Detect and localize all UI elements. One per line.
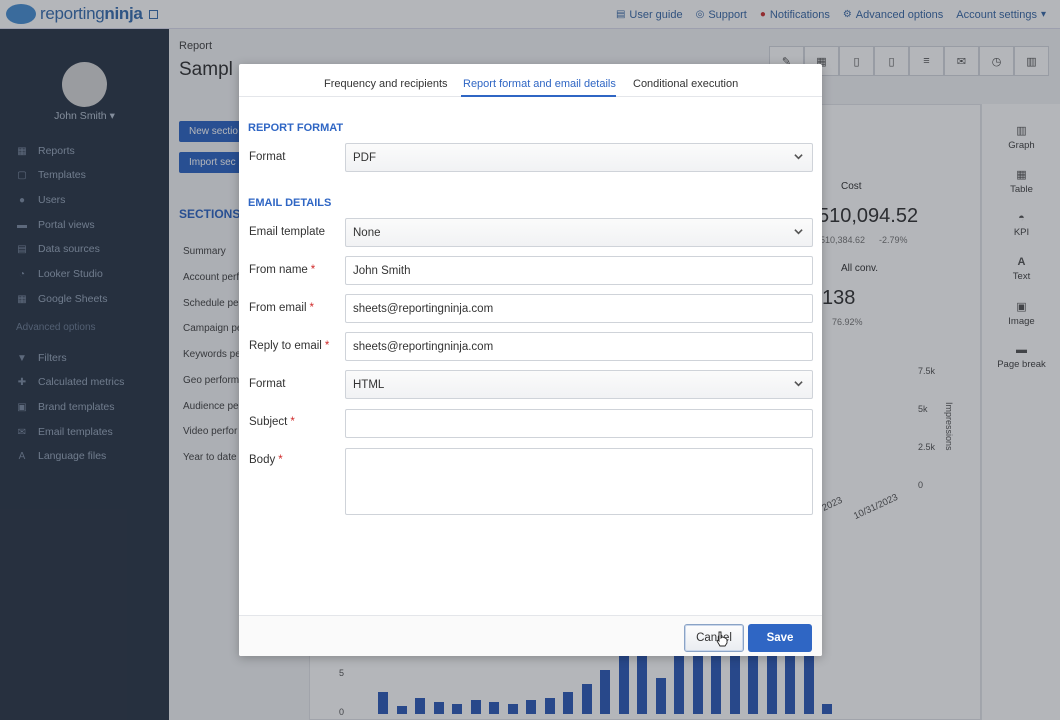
chevron-down-icon xyxy=(794,154,803,160)
report-format-select[interactable]: PDF xyxy=(345,143,813,172)
body-label: Body * xyxy=(249,454,283,466)
email-template-label: Email template xyxy=(249,226,325,238)
subject-label: Subject * xyxy=(249,416,295,428)
label-text: Body xyxy=(249,454,276,466)
save-button[interactable]: Save xyxy=(748,624,812,652)
select-value: HTML xyxy=(353,379,385,391)
required-mark: * xyxy=(290,416,295,428)
input-value: sheets@reportingninja.com xyxy=(353,341,494,353)
modal-footer: Cancel Save xyxy=(239,615,822,656)
from-email-input[interactable]: sheets@reportingninja.com xyxy=(345,294,813,323)
label-text: Email template xyxy=(249,226,326,238)
email-format-label: Format xyxy=(249,378,285,390)
from-email-label: From email * xyxy=(249,302,314,314)
select-value: PDF xyxy=(353,152,376,164)
tab-conditional-execution[interactable]: Conditional execution xyxy=(633,78,738,90)
chevron-down-icon xyxy=(794,229,803,235)
email-template-select[interactable]: None xyxy=(345,218,813,247)
tab-report-format-and-email-details[interactable]: Report format and email details xyxy=(463,78,616,90)
label-text: Format xyxy=(249,151,286,163)
label-text: From email xyxy=(249,302,307,314)
input-value: sheets@reportingninja.com xyxy=(353,303,494,315)
required-mark: * xyxy=(324,340,330,352)
label-text: Format xyxy=(249,378,286,390)
required-mark: * xyxy=(278,454,283,466)
hand-cursor-icon xyxy=(716,631,728,647)
tab-frequency-and-recipients[interactable]: Frequency and recipients xyxy=(324,78,448,90)
required-mark: * xyxy=(309,302,314,314)
label-text: From name xyxy=(249,264,308,276)
chevron-down-icon xyxy=(794,381,803,387)
subject-input[interactable] xyxy=(345,409,813,438)
label-text: Reply to email xyxy=(249,340,322,352)
select-value: None xyxy=(353,227,381,239)
modal-tabs: Frequency and recipients Report format a… xyxy=(239,64,822,97)
cancel-button[interactable]: Cancel xyxy=(684,624,744,652)
format-label: Format xyxy=(249,151,285,163)
reply-to-email-input[interactable]: sheets@reportingninja.com xyxy=(345,332,813,361)
from-name-input[interactable]: John Smith xyxy=(345,256,813,285)
schedule-modal: Frequency and recipients Report format a… xyxy=(239,64,822,656)
report-format-heading: REPORT FORMAT xyxy=(248,122,344,134)
active-tab-indicator xyxy=(461,95,616,97)
body-textarea[interactable] xyxy=(345,448,813,515)
required-mark: * xyxy=(310,264,316,276)
label-text: Subject xyxy=(249,416,288,428)
email-details-heading: EMAIL DETAILS xyxy=(248,197,332,209)
input-value: John Smith xyxy=(353,265,411,277)
from-name-label: From name * xyxy=(249,264,315,276)
reply-to-email-label: Reply to email * xyxy=(249,340,329,352)
email-format-select[interactable]: HTML xyxy=(345,370,813,399)
